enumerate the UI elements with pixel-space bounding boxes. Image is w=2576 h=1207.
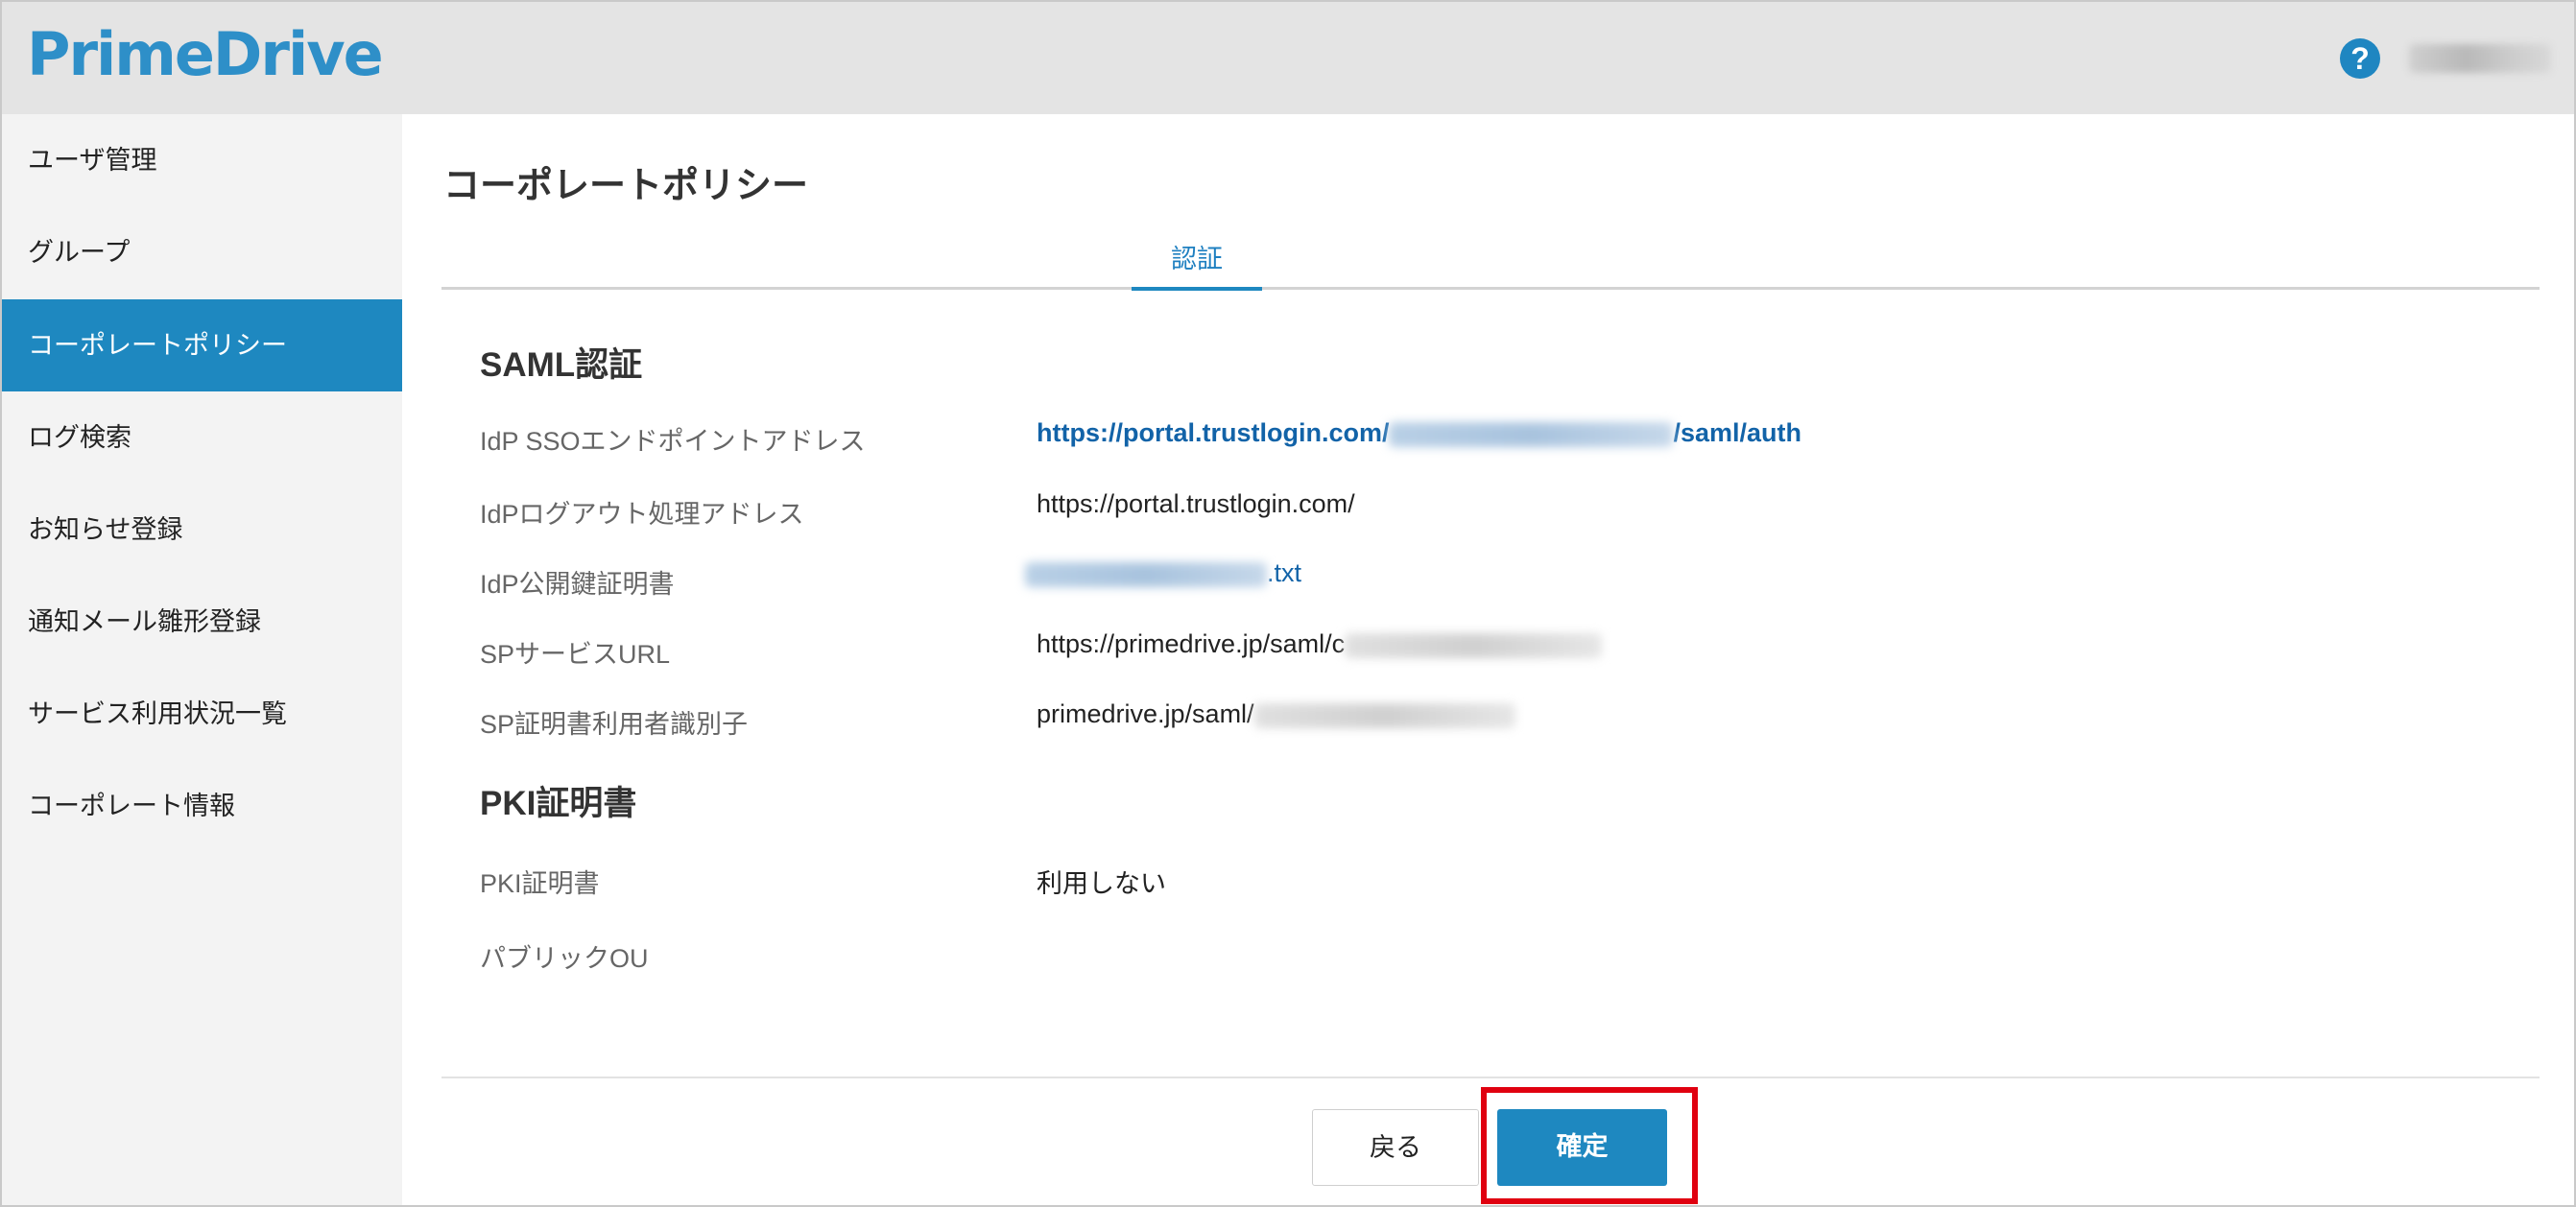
sidebar-item-announcements[interactable]: お知らせ登録 [2,484,402,576]
idp-logout-label: IdPログアウト処理アドレス [480,500,804,529]
top-header: PrimeDrive ? [2,2,2574,114]
pki-section-heading: PKI証明書 [480,785,637,822]
page-title: コーポレートポリシー [443,166,809,206]
primedrive-logo[interactable]: PrimeDrive [27,19,384,89]
sp-entity-id-value: primedrive.jp/saml/ [1037,699,1515,729]
sidebar-item-usage-status[interactable]: サービス利用状況一覧 [2,668,402,760]
redacted-text [1253,702,1515,728]
sidebar-item-mail-templates[interactable]: 通知メール雛形登録 [2,576,402,668]
saml-section-heading: SAML認証 [480,346,643,384]
pki-certificate-value: 利用しない [1037,869,1166,898]
redacted-text [1389,421,1674,447]
sidebar-item-log-search[interactable]: ログ検索 [2,391,402,484]
help-icon[interactable]: ? [2340,38,2380,79]
tab-bar-divider [441,287,2540,290]
public-ou-label: パブリックOU [480,944,649,973]
redacted-text [1025,561,1267,587]
idp-certificate-label: IdP公開鍵証明書 [480,570,675,599]
idp-sso-endpoint-label: IdP SSOエンドポイントアドレス [480,427,866,456]
idp-certificate-ext: .txt [1267,558,1302,587]
sidebar-item-corporate-info[interactable]: コーポレート情報 [2,760,402,852]
redacted-text [1345,632,1603,658]
sp-entity-id-prefix: primedrive.jp/saml/ [1037,699,1254,728]
idp-certificate-link[interactable]: .txt [1025,558,1301,588]
sp-service-url-prefix: https://primedrive.jp/saml/c [1037,629,1346,658]
sp-service-url-value: https://primedrive.jp/saml/c [1037,629,1603,659]
sidebar: ユーザ管理 グループ コーポレートポリシー ログ検索 お知らせ登録 通知メール雛… [2,114,402,1205]
idp-sso-endpoint-prefix: https://portal.trustlogin.com/ [1037,418,1390,447]
user-menu-redacted[interactable] [2409,44,2551,73]
sp-entity-id-label: SP証明書利用者識別子 [480,710,749,739]
sidebar-item-corporate-policy[interactable]: コーポレートポリシー [2,299,402,391]
tab-authentication[interactable]: 認証 [1132,238,1262,291]
back-button[interactable]: 戻る [1312,1109,1479,1186]
footer-divider [441,1077,2540,1078]
confirm-button-highlight [1481,1087,1698,1204]
sidebar-item-groups[interactable]: グループ [2,206,402,298]
sp-service-url-label: SPサービスURL [480,640,671,669]
pki-certificate-label: PKI証明書 [480,869,600,898]
sidebar-item-user-management[interactable]: ユーザ管理 [2,114,402,206]
idp-logout-value: https://portal.trustlogin.com/ [1037,489,1355,518]
idp-sso-endpoint-suffix: /saml/auth [1673,418,1802,447]
idp-sso-endpoint-value: https://portal.trustlogin.com/ /saml/auth [1037,418,1801,448]
